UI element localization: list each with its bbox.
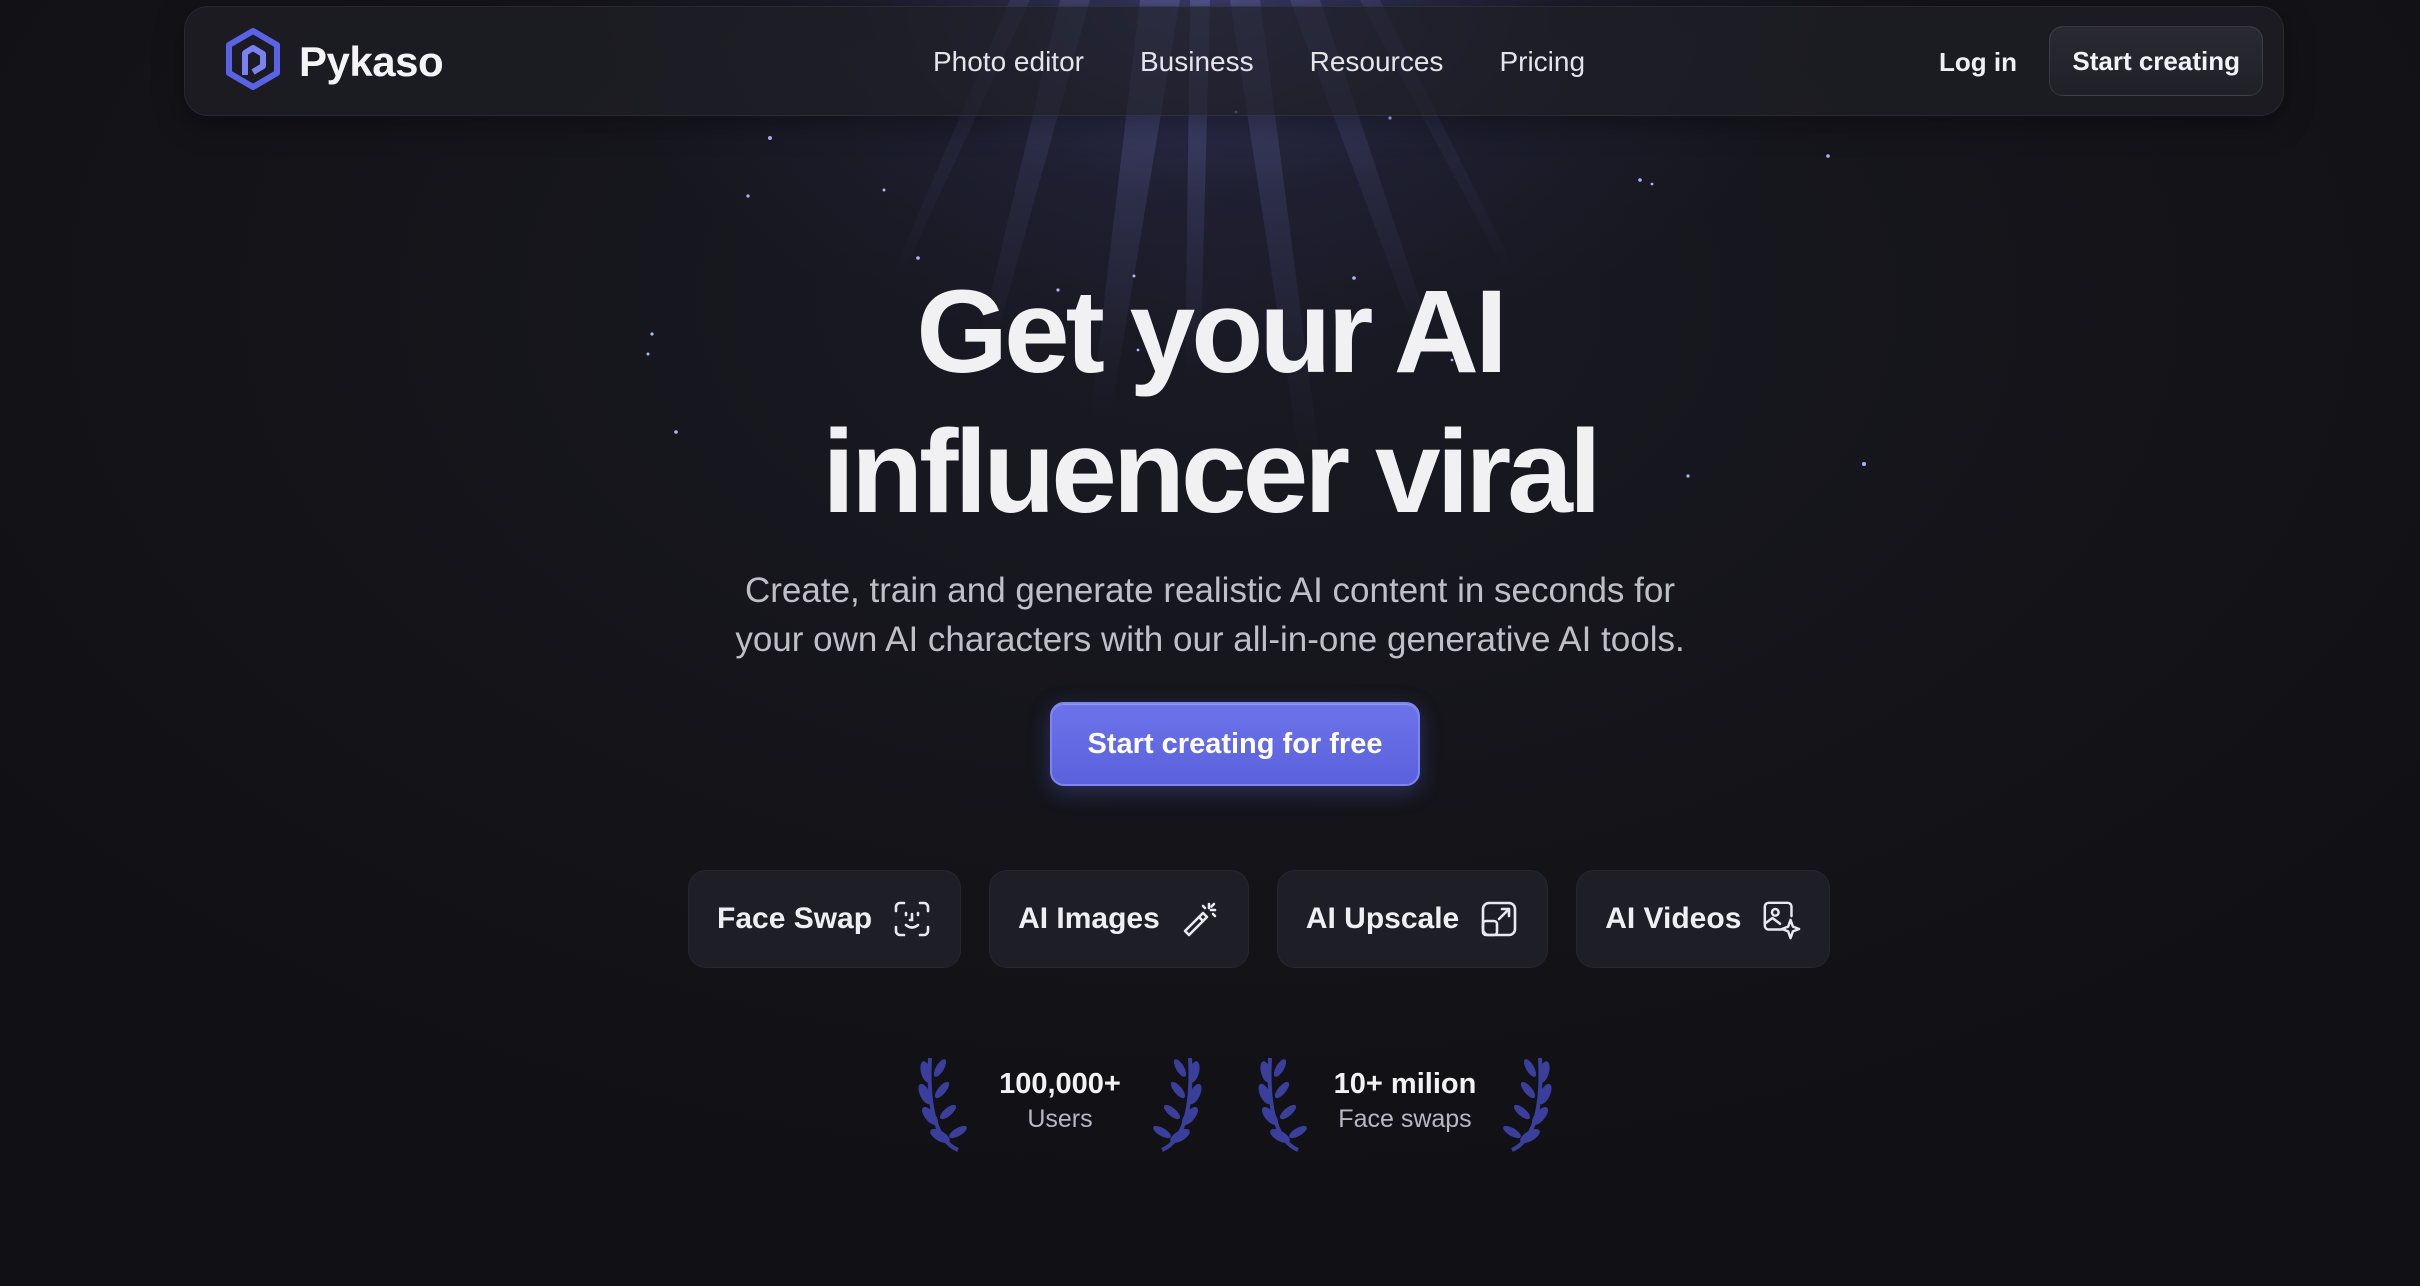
stat-label: Face swaps — [1338, 1105, 1472, 1133]
image-sparkle-icon — [1761, 899, 1801, 940]
start-creating-free-button[interactable]: Start creating for free — [1050, 702, 1420, 786]
hero-subtitle-line-2: your own AI characters with our all-in-o… — [735, 620, 1685, 659]
feature-label: AI Images — [1018, 902, 1160, 935]
brand[interactable]: Pykaso — [223, 27, 444, 98]
feature-label: Face Swap — [717, 902, 873, 935]
start-creating-button[interactable]: Start creating — [2049, 26, 2263, 96]
laurel-left-icon — [918, 1050, 970, 1159]
stat-text: 10+ milion Face swaps — [1310, 1066, 1500, 1136]
stat-text: 100,000+ Users — [970, 1066, 1150, 1136]
login-link[interactable]: Log in — [1939, 7, 2017, 117]
hexagon-logo-icon — [223, 27, 283, 98]
upscale-icon — [1479, 899, 1519, 939]
feature-chip-ai-images[interactable]: AI Images — [989, 870, 1249, 968]
feature-chip-ai-videos[interactable]: AI Videos — [1576, 870, 1831, 968]
laurel-right-icon — [1150, 1050, 1202, 1159]
magic-wand-icon — [1180, 899, 1220, 939]
brand-name: Pykaso — [299, 38, 444, 85]
feature-label: AI Videos — [1605, 902, 1742, 935]
page: Pykaso Photo editor Business Resources P… — [0, 0, 2420, 1286]
feature-chips: Face Swap AI Images AI Upscale AI Videos — [688, 870, 1831, 968]
nav-link-resources[interactable]: Resources — [1310, 46, 1444, 78]
stat-value: 10+ milion — [1333, 1068, 1477, 1100]
nav-link-business[interactable]: Business — [1140, 46, 1254, 78]
nav-link-photo-editor[interactable]: Photo editor — [933, 46, 1084, 78]
stat-users: 100,000+ Users — [918, 1050, 1202, 1158]
stat-label: Users — [1027, 1105, 1093, 1133]
navbar: Pykaso Photo editor Business Resources P… — [184, 6, 2284, 116]
nav-link-pricing[interactable]: Pricing — [1499, 46, 1585, 78]
face-scan-icon — [892, 899, 932, 939]
hero-subtitle: Create, train and generate realistic AI … — [0, 566, 2420, 664]
feature-chip-face-swap[interactable]: Face Swap — [688, 870, 962, 968]
hero-title-line-2: influencer viral — [822, 406, 1601, 538]
stat-value: 100,000+ — [999, 1068, 1121, 1100]
stat-face-swaps: 10+ milion Face swaps — [1258, 1050, 1552, 1158]
hero-title-line-1: Get your AI — [916, 266, 1508, 398]
hero-title: Get your AI influencer viral — [0, 262, 2420, 542]
feature-label: AI Upscale — [1305, 902, 1460, 935]
laurel-left-icon — [1258, 1050, 1310, 1159]
hero-subtitle-line-1: Create, train and generate realistic AI … — [745, 571, 1675, 610]
feature-chip-ai-upscale[interactable]: AI Upscale — [1276, 870, 1549, 968]
laurel-right-icon — [1500, 1050, 1552, 1159]
